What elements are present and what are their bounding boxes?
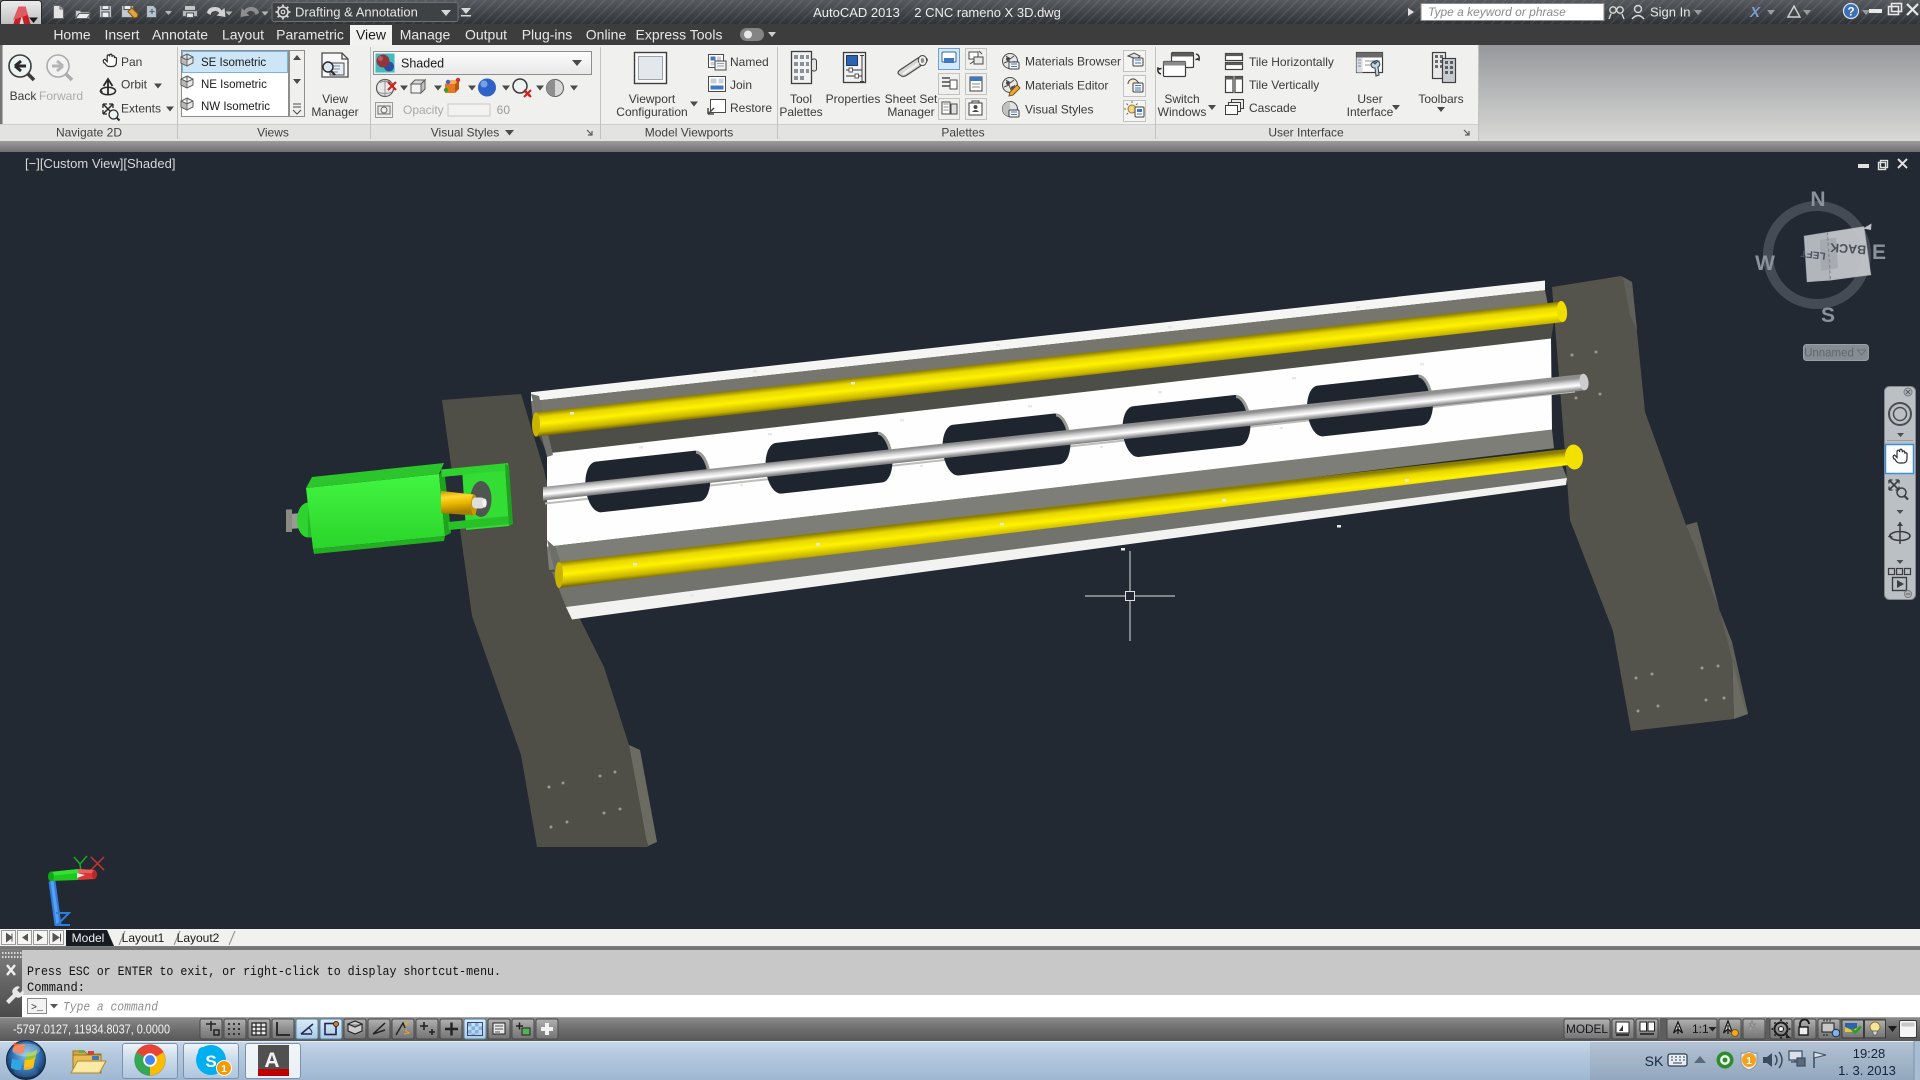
svg-text:Output: Output — [465, 27, 507, 43]
svg-text:S: S — [205, 1052, 216, 1071]
svg-text:Switch: Switch — [1164, 92, 1199, 106]
svg-text:19:28: 19:28 — [1853, 1046, 1886, 1061]
svg-text:W: W — [1755, 252, 1775, 275]
svg-text:Unnamed: Unnamed — [1804, 348, 1854, 360]
svg-text:S: S — [1821, 304, 1835, 327]
svg-text:Windows: Windows — [1158, 105, 1207, 119]
svg-text:Forward: Forward — [39, 89, 83, 103]
svg-text:Palettes: Palettes — [941, 126, 984, 140]
svg-text:Navigate 2D: Navigate 2D — [56, 126, 122, 140]
svg-text:Back: Back — [10, 89, 38, 103]
svg-text:Type a keyword or phrase: Type a keyword or phrase — [1428, 5, 1566, 19]
svg-text:Sheet Set: Sheet Set — [885, 92, 938, 106]
svg-text:Extents: Extents — [121, 102, 161, 116]
svg-text:Materials Editor: Materials Editor — [1025, 79, 1108, 93]
svg-text:MODEL: MODEL — [1566, 1024, 1609, 1036]
svg-text:1. 3. 2013: 1. 3. 2013 — [1838, 1063, 1896, 1078]
svg-text:Palettes: Palettes — [779, 105, 822, 119]
svg-text:Layout1: Layout1 — [122, 931, 165, 945]
svg-text:Drafting & Annotation: Drafting & Annotation — [295, 5, 418, 20]
svg-text:Type a command: Type a command — [63, 1000, 158, 1015]
svg-text:Press ESC or ENTER to exit, or: Press ESC or ENTER to exit, or right-cli… — [27, 964, 501, 979]
svg-text:BACK: BACK — [1830, 240, 1867, 256]
svg-text:Manage: Manage — [400, 27, 451, 43]
svg-text:Viewport: Viewport — [629, 92, 676, 106]
svg-text:Manager: Manager — [887, 105, 934, 119]
svg-text:Parametric: Parametric — [276, 27, 344, 43]
svg-text:Home: Home — [53, 27, 91, 43]
svg-text:1: 1 — [221, 1063, 227, 1075]
svg-text:Model: Model — [72, 931, 105, 945]
svg-text:Configuration: Configuration — [616, 105, 687, 119]
svg-text:Properties: Properties — [826, 92, 881, 106]
svg-text:Layout: Layout — [222, 27, 264, 43]
svg-text:Manager: Manager — [311, 105, 358, 119]
svg-text:Express Tools: Express Tools — [636, 27, 723, 43]
svg-text:Pan: Pan — [121, 55, 142, 69]
svg-text:1: 1 — [1746, 1056, 1752, 1067]
svg-text:A: A — [264, 1049, 279, 1072]
svg-text:Tool: Tool — [790, 92, 812, 106]
svg-text:Named: Named — [730, 55, 769, 69]
svg-text:Command:: Command: — [27, 980, 85, 995]
svg-text:Restore: Restore — [730, 101, 772, 115]
svg-text:60: 60 — [497, 103, 511, 117]
svg-text:-5797.0127, 11934.8037, 0.0000: -5797.0127, 11934.8037, 0.0000 — [13, 1022, 170, 1037]
svg-text:[−][Custom View][Shaded]: [−][Custom View][Shaded] — [25, 156, 175, 171]
svg-text:Insert: Insert — [104, 27, 139, 43]
svg-text:Visual Styles: Visual Styles — [431, 126, 499, 140]
svg-text:Cascade: Cascade — [1249, 101, 1297, 115]
svg-text:NE Isometric: NE Isometric — [201, 79, 267, 91]
svg-text:View: View — [322, 92, 348, 106]
svg-text:SK: SK — [1645, 1053, 1664, 1069]
svg-text:Materials Browser: Materials Browser — [1025, 55, 1121, 69]
svg-text:1:1: 1:1 — [1692, 1022, 1709, 1036]
svg-text:Shaded: Shaded — [401, 57, 444, 71]
svg-text:Join: Join — [730, 78, 752, 92]
svg-text:AutoCAD 2013 2 CNC rameno X: AutoCAD 2013 2 CNC rameno X 3D.dwg — [813, 5, 1061, 20]
svg-text:>_: >_ — [31, 1003, 44, 1014]
svg-text:SE Isometric: SE Isometric — [201, 57, 266, 69]
svg-text:Orbit: Orbit — [121, 78, 148, 92]
svg-text:User Interface: User Interface — [1268, 126, 1344, 140]
svg-text:X: X — [1749, 4, 1761, 21]
svg-text:Tile Horizontally: Tile Horizontally — [1249, 55, 1334, 69]
svg-text:Sign In: Sign In — [1650, 5, 1690, 20]
svg-text:N: N — [1810, 188, 1825, 211]
svg-text:Visual Styles: Visual Styles — [1025, 103, 1093, 117]
svg-text:Annotate: Annotate — [152, 27, 208, 43]
svg-text:Toolbars: Toolbars — [1418, 92, 1463, 106]
svg-text:Views: Views — [257, 126, 289, 140]
svg-text:Tile Vertically: Tile Vertically — [1249, 78, 1319, 92]
svg-text:Plug-ins: Plug-ins — [522, 27, 573, 43]
svg-text:User: User — [1357, 92, 1382, 106]
svg-text:Interface: Interface — [1347, 105, 1394, 119]
svg-text:?: ? — [1847, 7, 1854, 19]
svg-text:Model Viewports: Model Viewports — [645, 126, 734, 140]
svg-text:NW Isometric: NW Isometric — [201, 101, 270, 113]
svg-text:Opacity: Opacity — [403, 103, 444, 117]
svg-text:E: E — [1872, 241, 1886, 264]
svg-text:Online: Online — [586, 27, 627, 43]
svg-text:Layout2: Layout2 — [177, 931, 220, 945]
svg-text:View: View — [356, 27, 387, 43]
